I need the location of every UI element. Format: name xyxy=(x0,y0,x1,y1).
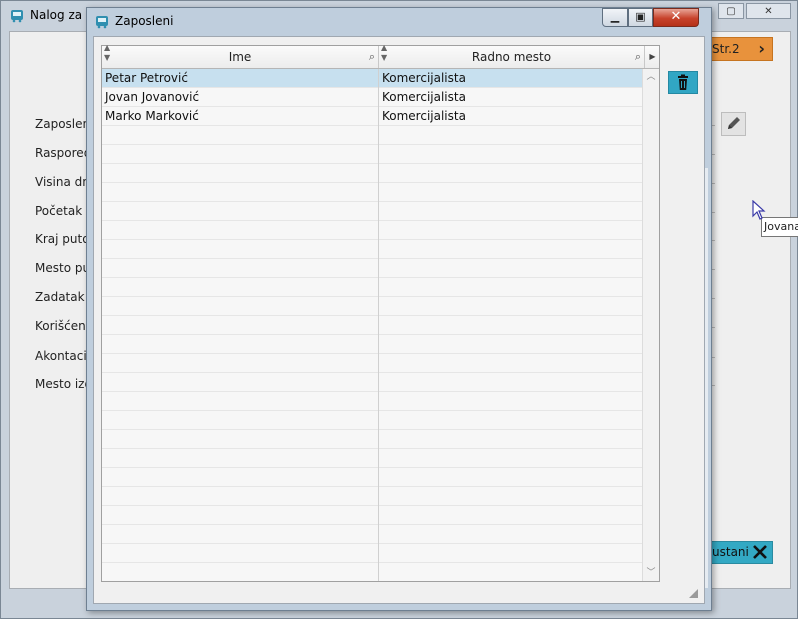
background-close-button[interactable]: ✕ xyxy=(746,3,791,19)
empty-row xyxy=(102,145,642,164)
chevron-right-icon: › xyxy=(758,39,765,58)
form-label: Akontacij xyxy=(35,349,91,363)
empty-row xyxy=(102,449,642,468)
sort-icon: ▲ ▼ xyxy=(104,43,111,62)
empty-row xyxy=(102,563,642,581)
dialog-title: Zaposleni xyxy=(115,14,174,28)
column-label: Ime xyxy=(228,50,252,64)
pencil-icon xyxy=(728,117,740,129)
close-button[interactable]: ✕ xyxy=(653,8,699,27)
empty-row xyxy=(102,544,642,563)
cell-radno-mesto: Komercijalista xyxy=(382,90,466,104)
form-label: Mesto izd xyxy=(35,377,93,391)
cell-radno-mesto: Komercijalista xyxy=(382,71,466,85)
empty-row xyxy=(102,221,642,240)
empty-row xyxy=(102,373,642,392)
vertical-scrollbar[interactable]: ︿ ﹀ xyxy=(642,69,659,581)
empty-row xyxy=(102,468,642,487)
empty-row xyxy=(102,392,642,411)
empty-row xyxy=(102,525,642,544)
close-icon: ✕ xyxy=(670,9,682,24)
mouse-cursor-icon xyxy=(752,200,766,220)
scroll-up-icon[interactable]: ︿ xyxy=(643,69,659,85)
maximize-icon: ▣ xyxy=(635,10,646,23)
grid-header: ▲ ▼ Ime ⌕ ▲ ▼ Radno mesto ⌕ ▶ xyxy=(102,43,660,69)
empty-row xyxy=(102,202,642,221)
cancel-label: ustani xyxy=(712,545,749,559)
cell-radno-mesto: Komercijalista xyxy=(382,109,466,123)
column-header-radno-mesto[interactable]: ▲ ▼ Radno mesto ⌕ xyxy=(379,43,644,68)
maximize-button[interactable]: ▣ xyxy=(628,8,653,27)
close-x-icon xyxy=(753,545,767,559)
empty-row xyxy=(102,259,642,278)
sort-icon: ▲ ▼ xyxy=(381,43,388,62)
form-label: Kraj puto xyxy=(35,232,90,246)
table-row[interactable]: Marko Marković Komercijalista xyxy=(102,107,642,126)
minimize-icon: ▁ xyxy=(610,10,620,23)
cell-ime: Petar Petrović xyxy=(105,71,188,85)
column-chooser-arrow-icon[interactable]: ▶ xyxy=(644,46,660,68)
scroll-down-icon[interactable]: ﹀ xyxy=(643,565,659,581)
delete-button[interactable] xyxy=(668,71,698,94)
next-page-button[interactable]: Str.2 › xyxy=(708,37,773,61)
dialog-edge xyxy=(705,168,708,588)
background-window-title: Nalog za s xyxy=(30,8,93,22)
bus-icon xyxy=(11,10,23,23)
cell-ime: Marko Marković xyxy=(105,109,199,123)
next-page-label: Str.2 xyxy=(712,42,740,56)
empty-row xyxy=(102,354,642,373)
empty-row xyxy=(102,183,642,202)
form-label: Visina dn xyxy=(35,175,90,189)
empty-row xyxy=(102,297,642,316)
empty-row xyxy=(102,240,642,259)
resize-grip-icon[interactable] xyxy=(689,589,698,598)
empty-row xyxy=(102,164,642,183)
empty-row xyxy=(102,278,642,297)
form-label: Početak p xyxy=(35,204,94,218)
dialog-body: ▲ ▼ Ime ⌕ ▲ ▼ Radno mesto ⌕ ▶ Petar Petrov… xyxy=(93,36,705,604)
background-maximize-button[interactable]: ▢ xyxy=(718,3,744,19)
form-label: Raspoređ xyxy=(35,146,92,160)
edit-button[interactable] xyxy=(721,112,746,136)
table-row[interactable]: Petar Petrović Komercijalista xyxy=(102,69,642,88)
minimize-button[interactable]: ▁ xyxy=(602,8,628,27)
bus-icon xyxy=(96,16,108,29)
tooltip-text: Jovana xyxy=(764,220,798,233)
grid-rows: Petar Petrović Komercijalista Jovan Jovano… xyxy=(102,69,642,581)
cell-ime: Jovan Jovanović xyxy=(105,90,200,104)
column-label: Radno mesto xyxy=(471,50,552,64)
column-header-ime[interactable]: ▲ ▼ Ime ⌕ xyxy=(102,43,378,68)
empty-row xyxy=(102,487,642,506)
tooltip: Jovana xyxy=(761,217,798,237)
search-icon[interactable]: ⌕ xyxy=(635,46,641,68)
empty-row xyxy=(102,335,642,354)
column-divider xyxy=(378,69,379,581)
trash-icon xyxy=(678,74,688,90)
employees-dialog: Zaposleni ▁ ▣ ✕ ▲ ▼ Ime ⌕ ▲ ▼ Radno mesto xyxy=(86,7,712,611)
employees-grid: ▲ ▼ Ime ⌕ ▲ ▼ Radno mesto ⌕ ▶ Petar Petrov… xyxy=(101,43,660,582)
form-label: Korišćen xyxy=(35,319,86,333)
empty-row xyxy=(102,506,642,525)
empty-row xyxy=(102,430,642,449)
empty-row xyxy=(102,316,642,335)
table-row[interactable]: Jovan Jovanović Komercijalista xyxy=(102,88,642,107)
search-icon[interactable]: ⌕ xyxy=(369,46,375,68)
form-label: Zaposlen xyxy=(35,117,91,131)
empty-row xyxy=(102,411,642,430)
cancel-button[interactable]: ustani xyxy=(708,541,773,564)
form-label: Zadatak xyxy=(35,290,85,304)
empty-row xyxy=(102,126,642,145)
